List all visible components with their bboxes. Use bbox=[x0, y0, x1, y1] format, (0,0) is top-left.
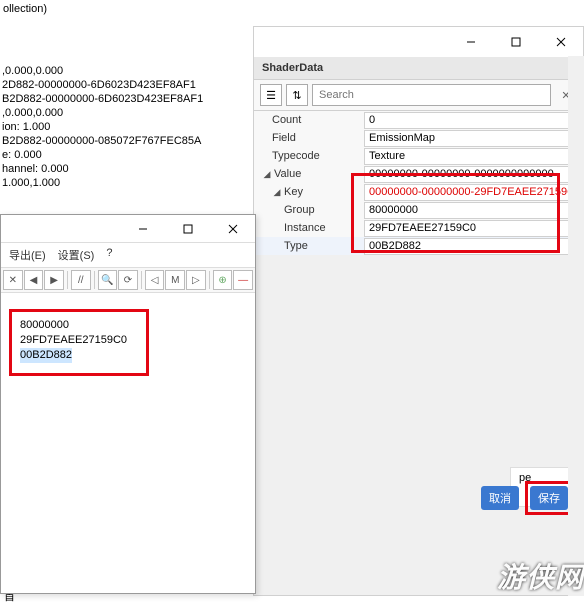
popup-titlebar bbox=[1, 215, 255, 243]
prop-type-label: Type bbox=[254, 240, 364, 252]
prop-key-value[interactable]: 00000000-00000000-29FD7EAEE27159C0 bbox=[364, 184, 583, 201]
prop-instance-value[interactable]: 29FD7EAEE27159C0 bbox=[364, 220, 583, 237]
menu-help[interactable]: ? bbox=[106, 247, 112, 263]
popup-menubar: 导出(E) 设置(S) ? bbox=[1, 243, 255, 268]
bg-line-9: 1.000,1.000 bbox=[2, 176, 60, 190]
tb-forward-icon[interactable]: ▷ bbox=[186, 270, 206, 290]
sort-icon[interactable]: ⇅ bbox=[286, 84, 308, 106]
panel-title: ShaderData bbox=[254, 57, 583, 80]
search-input[interactable] bbox=[312, 84, 551, 106]
tb-next-icon[interactable]: ▶ bbox=[44, 270, 64, 290]
prop-typecode-value[interactable]: Texture▾ bbox=[364, 148, 583, 165]
prop-group-label: Group bbox=[254, 204, 364, 216]
bg-collection: ollection) bbox=[3, 2, 47, 16]
right-scrollbar[interactable] bbox=[568, 56, 584, 596]
expand-arrow-icon: ◢ bbox=[272, 187, 282, 198]
categorize-icon[interactable]: ☰ bbox=[260, 84, 282, 106]
maximize-button[interactable] bbox=[493, 27, 538, 57]
data-line-3-selected[interactable]: 00B2D882 bbox=[20, 348, 72, 363]
prop-value-label[interactable]: ◢Value bbox=[254, 168, 364, 180]
cancel-button[interactable]: 取消 bbox=[481, 486, 519, 510]
tb-back-icon[interactable]: ◁ bbox=[145, 270, 165, 290]
tb-refresh-icon[interactable]: ⟳ bbox=[118, 270, 138, 290]
menu-export[interactable]: 导出(E) bbox=[9, 247, 46, 263]
popup-toolbar: ✕ ◀ ▶ // 🔍 ⟳ ◁ M ▷ ⊕ — bbox=[1, 268, 255, 293]
bg-line-6: B2D882-00000000-085072F767FEC85A bbox=[2, 134, 201, 148]
popup-close-button[interactable] bbox=[210, 214, 255, 244]
prop-field-label: Field bbox=[254, 132, 364, 144]
bg-line-2: 2D882-00000000-6D6023D423EF8AF1 bbox=[2, 78, 196, 92]
prop-typecode-label: Typecode bbox=[254, 150, 364, 162]
tb-sep bbox=[209, 271, 210, 289]
close-button[interactable] bbox=[538, 27, 583, 57]
window-titlebar bbox=[254, 27, 583, 57]
tb-sep bbox=[94, 271, 95, 289]
bg-line-5: ion: 1.000 bbox=[2, 120, 50, 134]
tb-sep bbox=[67, 271, 68, 289]
shader-data-panel: ShaderData ☰ ⇅ ✕ Count 0 Field EmissionM… bbox=[253, 26, 584, 596]
prop-value-value[interactable]: 00000000-00000000-0000000000000 bbox=[364, 166, 583, 183]
prop-type-value[interactable]: 00B2D882 bbox=[364, 238, 583, 255]
prop-count-value[interactable]: 0 bbox=[364, 112, 583, 129]
highlight-save: 保存 bbox=[525, 481, 573, 515]
prop-field-value[interactable]: EmissionMap▾ bbox=[364, 130, 583, 147]
bg-line-3: B2D882-00000000-6D6023D423EF8AF1 bbox=[2, 92, 203, 106]
data-line-1[interactable]: 80000000 bbox=[20, 318, 138, 333]
prop-group-value[interactable]: 80000000 bbox=[364, 202, 583, 219]
minimize-button[interactable] bbox=[448, 27, 493, 57]
menu-settings[interactable]: 设置(S) bbox=[58, 247, 95, 263]
bg-line-8: hannel: 0.000 bbox=[2, 162, 69, 176]
prop-key-label[interactable]: ◢Key bbox=[254, 186, 364, 198]
popup-maximize-button[interactable] bbox=[165, 214, 210, 244]
tb-prev-icon[interactable]: ◀ bbox=[24, 270, 44, 290]
prop-count-label: Count bbox=[254, 114, 364, 126]
popup-body: 80000000 29FD7EAEE27159C0 00B2D882 bbox=[1, 293, 255, 392]
tb-comment-icon[interactable]: // bbox=[71, 270, 91, 290]
footer-buttons: 取消 保存 bbox=[481, 481, 573, 515]
tb-close-icon[interactable]: ✕ bbox=[3, 270, 23, 290]
tb-add-icon[interactable]: ⊕ bbox=[213, 270, 233, 290]
popup-minimize-button[interactable] bbox=[120, 214, 165, 244]
highlight-clipboard-data: 80000000 29FD7EAEE27159C0 00B2D882 bbox=[9, 309, 149, 376]
tb-m-icon[interactable]: M bbox=[165, 270, 185, 290]
data-line-2[interactable]: 29FD7EAEE27159C0 bbox=[20, 333, 138, 348]
popup-window: 导出(E) 设置(S) ? ✕ ◀ ▶ // 🔍 ⟳ ◁ M ▷ ⊕ — 800… bbox=[0, 214, 256, 594]
prop-instance-label: Instance bbox=[254, 222, 364, 234]
tb-search-icon[interactable]: 🔍 bbox=[98, 270, 118, 290]
property-table: Count 0 Field EmissionMap▾ Typecode Text… bbox=[254, 111, 583, 255]
expand-arrow-icon: ◢ bbox=[262, 169, 272, 180]
tb-sep bbox=[141, 271, 142, 289]
bg-line-7: e: 0.000 bbox=[2, 148, 42, 162]
bg-line-1: ,0.000,0.000 bbox=[2, 64, 63, 78]
bg-line-4: ,0.000,0.000 bbox=[2, 106, 63, 120]
save-button[interactable]: 保存 bbox=[530, 486, 568, 510]
search-row: ☰ ⇅ ✕ bbox=[254, 80, 583, 111]
tb-remove-icon[interactable]: — bbox=[233, 270, 253, 290]
